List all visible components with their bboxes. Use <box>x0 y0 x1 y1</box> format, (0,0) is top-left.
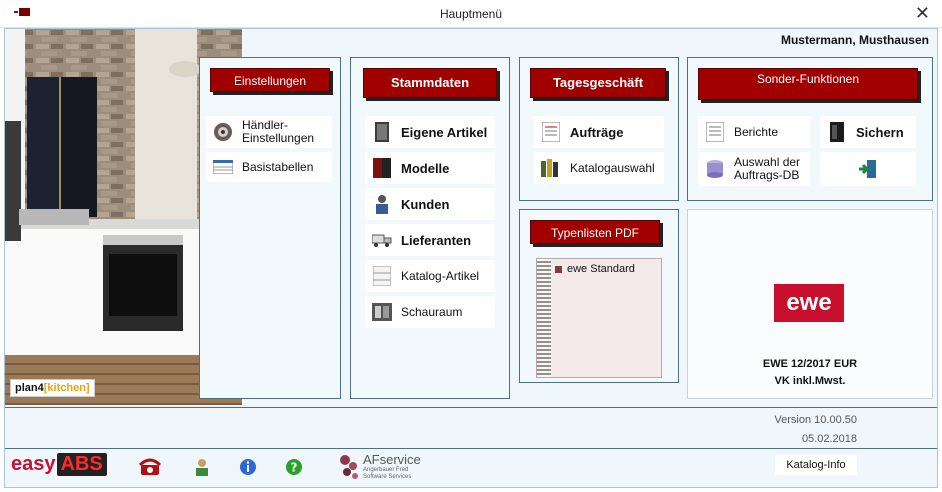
lower-divider <box>5 448 937 449</box>
haendler-label: Händler- Einstellungen <box>242 118 315 145</box>
title-bar: Hauptmenü ✕ <box>0 0 942 28</box>
upper-divider <box>5 407 937 408</box>
einstellungen-header[interactable]: Einstellungen <box>210 68 330 92</box>
exit-door-icon <box>857 158 879 180</box>
showroom-icon <box>371 301 393 323</box>
auftraege-button[interactable]: Aufträge <box>534 116 664 148</box>
modelle-button[interactable]: Modelle <box>365 152 495 184</box>
basistabellen-button[interactable]: Basistabellen <box>206 152 332 182</box>
auftraege-label: Aufträge <box>570 124 624 140</box>
catalog-line1: EWE 12/2017 EUR <box>762 358 858 370</box>
svg-text:?: ? <box>291 461 298 475</box>
panel-tagesgeschaeft: Tagesgeschäft Aufträge Katalogauswahl <box>519 57 679 201</box>
shelf-icon <box>371 265 393 287</box>
stammdaten-header[interactable]: Stammdaten <box>363 68 497 98</box>
list-item[interactable]: ewe Standard <box>555 263 635 275</box>
katalog-info-button[interactable]: Katalog-Info <box>775 455 857 475</box>
kunden-button[interactable]: Kunden <box>365 188 495 220</box>
auswahl-auftrags-db-label: Auswahl der Auftrags-DB <box>734 155 801 182</box>
lieferanten-button[interactable]: Lieferanten <box>365 224 495 256</box>
main-window: plan4[kitchen] Mustermann, Musthausen Ei… <box>4 28 938 488</box>
afservice-logo: AFservice Angerbauer Fred Software Servi… <box>339 452 421 481</box>
tagesgeschaeft-header[interactable]: Tagesgeschäft <box>530 68 666 98</box>
basistabellen-label: Basistabellen <box>242 159 314 174</box>
window-title: Hauptmenü <box>439 7 503 21</box>
panel-stammdaten: Stammdaten Eigene Artikel Modelle Kunden… <box>350 57 510 399</box>
modelle-label: Modelle <box>401 160 450 176</box>
schauraum-label: Schauraum <box>401 304 463 319</box>
eigene-artikel-label: Eigene Artikel <box>401 124 488 140</box>
katalog-artikel-button[interactable]: Katalog-Artikel <box>365 260 495 292</box>
typenlisten-header[interactable]: Typenlisten PDF <box>530 220 660 244</box>
sonder-funktionen-header[interactable]: Sonder-Funktionen <box>698 68 918 100</box>
panel-typenlisten: Typenlisten PDF ewe Standard <box>519 209 679 383</box>
footer: easy ABS ? AFservice Angerbauer Fred Soft… <box>5 450 937 487</box>
user-settings-icon[interactable] <box>191 456 213 478</box>
date-text: 05.02.2018 <box>801 433 857 445</box>
wardrobe-icon <box>371 157 393 179</box>
spiral-binding <box>537 259 551 377</box>
truck-icon <box>371 229 393 251</box>
easyabs-logo: easy ABS <box>11 453 107 476</box>
catalog-info-box: ewe EWE 12/2017 EUR VK inkl.Mwst. <box>687 209 933 399</box>
ewe-logo: ewe <box>774 284 844 322</box>
pdf-item-icon <box>555 265 562 273</box>
katalog-artikel-label: Katalog-Artikel <box>401 268 480 283</box>
report-icon <box>704 121 726 143</box>
close-icon[interactable]: ✕ <box>915 3 930 24</box>
lieferanten-label: Lieferanten <box>401 232 472 248</box>
sichern-button[interactable]: Sichern <box>820 116 916 148</box>
user-name: Mustermann, Musthausen <box>780 33 929 47</box>
phone-icon[interactable] <box>139 456 161 478</box>
version-text: Version 10.00.50 <box>774 414 857 426</box>
sichern-label: Sichern <box>856 124 904 140</box>
plan4-kitchen-logo: plan4[kitchen] <box>10 379 95 397</box>
table-icon <box>212 156 234 178</box>
berichte-button[interactable]: Berichte <box>698 116 810 148</box>
katalogauswahl-button[interactable]: Katalogauswahl <box>534 152 664 184</box>
typenlisten-list[interactable]: ewe Standard <box>536 258 662 378</box>
catalog-icon <box>540 157 562 179</box>
customer-icon <box>371 193 393 215</box>
kunden-label: Kunden <box>401 196 450 212</box>
schauraum-button[interactable]: Schauraum <box>365 296 495 328</box>
catalog-line2: VK inkl.Mwst. <box>774 375 846 387</box>
katalogauswahl-label: Katalogauswahl <box>570 160 655 175</box>
info-icon[interactable] <box>237 456 259 478</box>
eigene-artikel-button[interactable]: Eigene Artikel <box>365 116 495 148</box>
help-icon[interactable]: ? <box>283 456 305 478</box>
panel-einstellungen: Einstellungen Händler- Einstellungen Bas… <box>199 57 341 399</box>
afservice-dots-icon <box>340 454 358 479</box>
exit-button[interactable] <box>820 152 916 186</box>
cabinet-icon <box>371 121 393 143</box>
panel-sonder-funktionen: Sonder-Funktionen Berichte Sichern Auswa… <box>687 57 933 201</box>
orders-icon <box>540 121 562 143</box>
auswahl-auftrags-db-button[interactable]: Auswahl der Auftrags-DB <box>698 152 810 186</box>
gear-disc-icon <box>212 121 234 143</box>
haendler-einstellungen-button[interactable]: Händler- Einstellungen <box>206 116 332 148</box>
catalog-description: EWE 12/2017 EUR VK inkl.Mwst. <box>688 356 932 390</box>
berichte-label: Berichte <box>734 124 779 139</box>
database-icon <box>704 158 726 180</box>
binder-icon <box>826 121 848 143</box>
